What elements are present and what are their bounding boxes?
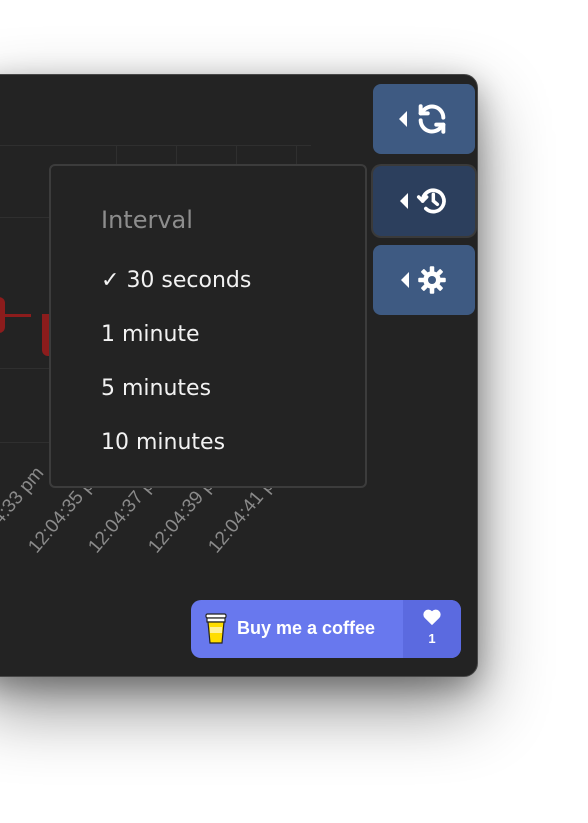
buy-me-a-coffee-label: Buy me a coffee xyxy=(237,618,376,638)
history-icon xyxy=(416,188,446,214)
settings-button[interactable] xyxy=(373,245,475,315)
app-window: 2 12:04:33 pm 12:04:35 pm 12:04:37 pm 12… xyxy=(0,74,478,677)
caret-left-icon xyxy=(400,193,408,209)
buy-me-a-coffee-button[interactable]: Buy me a coffee 1 xyxy=(191,600,461,658)
heart-icon xyxy=(423,609,441,626)
interval-menu: Interval ✓ 30 seconds 1 minute 5 minutes… xyxy=(49,164,367,488)
history-interval-button[interactable] xyxy=(373,166,475,236)
checkmark-icon: ✓ xyxy=(101,268,120,293)
caret-left-icon xyxy=(401,272,409,288)
interval-option-30-seconds[interactable]: ✓ 30 seconds xyxy=(101,268,251,293)
caret-left-icon xyxy=(399,111,407,127)
event-marker-connector xyxy=(5,314,31,317)
interval-option-label: 10 minutes xyxy=(101,430,226,455)
interval-option-1-minute[interactable]: 1 minute xyxy=(101,322,200,347)
refresh-button[interactable] xyxy=(373,84,475,154)
coffee-cup-icon xyxy=(205,613,227,644)
grid-line xyxy=(0,145,311,146)
interval-option-label: 1 minute xyxy=(101,322,200,347)
like-section[interactable]: 1 xyxy=(403,600,461,658)
interval-option-label: 5 minutes xyxy=(101,376,212,401)
like-count: 1 xyxy=(428,631,436,646)
interval-option-label: 30 seconds xyxy=(126,268,252,293)
interval-option-10-minutes[interactable]: 10 minutes xyxy=(101,430,225,455)
interval-option-5-minutes[interactable]: 5 minutes xyxy=(101,376,211,401)
gear-icon xyxy=(418,266,446,294)
interval-menu-title: Interval xyxy=(101,206,193,234)
refresh-icon xyxy=(418,104,446,134)
